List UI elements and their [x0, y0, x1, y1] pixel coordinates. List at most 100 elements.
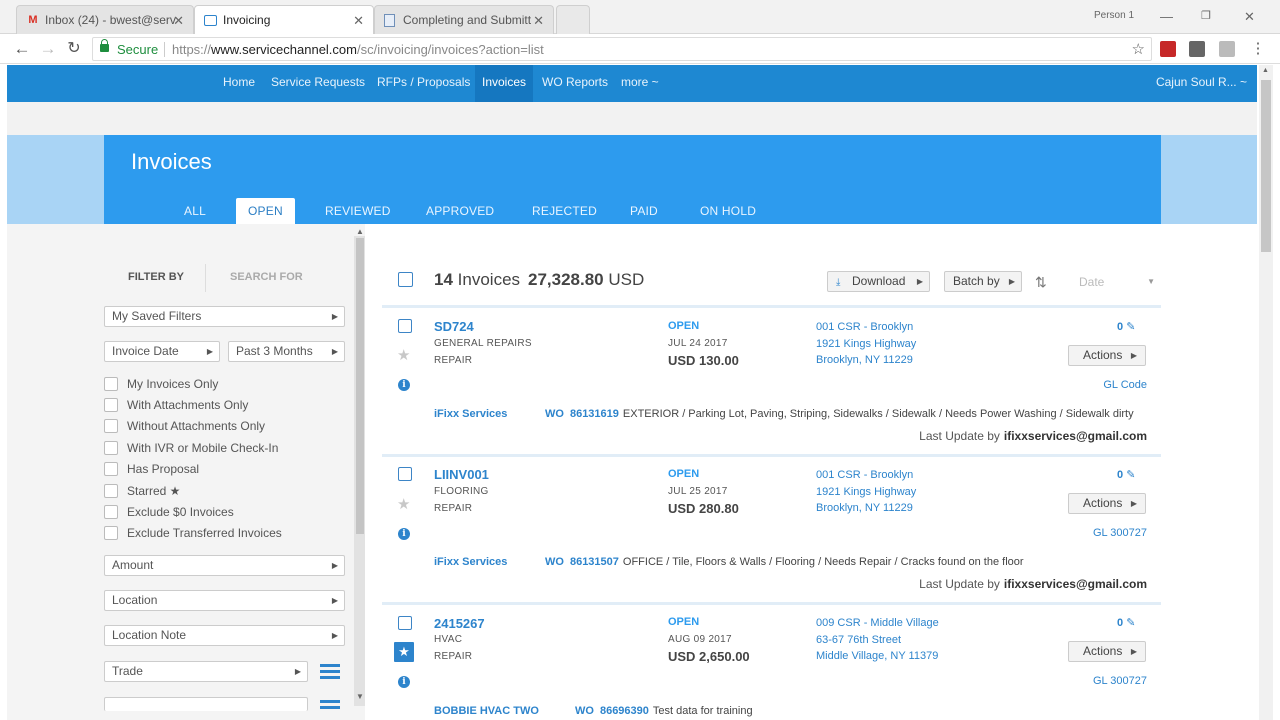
exclude-zero-checkbox[interactable] — [104, 505, 118, 519]
invoice-number-link[interactable]: 2415267 — [434, 616, 485, 631]
location-city[interactable]: Brooklyn, NY 11229 — [816, 502, 913, 514]
attachments-count[interactable]: 0 ✎ — [1117, 616, 1135, 629]
invoice-checkbox[interactable] — [398, 467, 412, 481]
minimize-icon[interactable]: — — [1160, 9, 1173, 24]
attachments-count[interactable]: 0 ✎ — [1117, 320, 1135, 333]
work-order-link[interactable]: 86131507 — [570, 556, 619, 568]
star-icon[interactable]: ★ — [394, 642, 414, 662]
next-filter-dropdown[interactable] — [104, 697, 308, 711]
extension-icon[interactable] — [1219, 41, 1235, 57]
location-address[interactable]: 63-67 76th Street — [816, 634, 901, 646]
provider-link[interactable]: BOBBIE HVAC TWO — [434, 705, 539, 717]
nav-item-service-requests[interactable]: Service Requests — [271, 75, 365, 89]
provider-link[interactable]: iFixx Services — [434, 408, 507, 420]
filter-scroll-thumb[interactable] — [356, 238, 364, 534]
ivr-mobile-checkbox[interactable] — [104, 441, 118, 455]
list-icon[interactable] — [320, 664, 340, 680]
scroll-up-icon[interactable]: ▲ — [356, 227, 364, 236]
actions-button[interactable]: Actions ▶ — [1068, 345, 1146, 366]
amount-dropdown[interactable]: Amount ▶ — [104, 555, 345, 576]
close-tab-icon[interactable]: ✕ — [533, 6, 544, 34]
without-attachments-checkbox[interactable] — [104, 419, 118, 433]
location-link[interactable]: 001 CSR - Brooklyn — [816, 469, 913, 481]
location-city[interactable]: Middle Village, NY 11379 — [816, 650, 938, 662]
close-tab-icon[interactable]: ✕ — [353, 6, 364, 34]
batch-by-button[interactable]: Batch by ▶ — [944, 271, 1022, 292]
scroll-down-icon[interactable]: ▼ — [356, 692, 364, 701]
invoice-checkbox[interactable] — [398, 319, 412, 333]
tab-approved[interactable]: APPROVED — [426, 204, 494, 218]
saved-filters-dropdown[interactable]: My Saved Filters ▶ — [104, 306, 345, 327]
invoice-number-link[interactable]: SD724 — [434, 319, 474, 334]
invoice-number-link[interactable]: LIINV001 — [434, 467, 489, 482]
user-menu[interactable]: Cajun Soul R... ~ — [1156, 75, 1247, 89]
browser-tab-document[interactable]: Completing and Submitt ✕ — [374, 5, 554, 34]
nav-item-home[interactable]: Home — [223, 75, 255, 89]
attachments-count[interactable]: 0 ✎ — [1117, 468, 1135, 481]
date-range-dropdown[interactable]: Past 3 Months ▶ — [228, 341, 345, 362]
back-icon[interactable]: ← — [12, 39, 32, 59]
gl-code-link[interactable]: GL Code — [1103, 379, 1147, 391]
browser-tab-invoicing[interactable]: Invoicing ✕ — [194, 5, 374, 34]
exclude-transferred-checkbox[interactable] — [104, 526, 118, 540]
actions-button[interactable]: Actions ▶ — [1068, 641, 1146, 662]
provider-link[interactable]: iFixx Services — [434, 556, 507, 568]
gl-code-link[interactable]: GL 300727 — [1093, 527, 1147, 539]
search-for-tab[interactable]: SEARCH FOR — [230, 271, 303, 283]
work-order-link[interactable]: 86696390 — [600, 705, 649, 717]
close-tab-icon[interactable]: ✕ — [173, 6, 184, 34]
nav-item-invoices[interactable]: Invoices — [475, 65, 534, 102]
info-icon[interactable]: i — [398, 528, 410, 540]
star-icon[interactable]: ★ — [397, 348, 410, 363]
tab-paid[interactable]: PAID — [630, 204, 658, 218]
location-address[interactable]: 1921 Kings Highway — [816, 338, 916, 350]
extension-icon[interactable] — [1160, 41, 1176, 57]
starred-checkbox[interactable] — [104, 484, 118, 498]
actions-button[interactable]: Actions ▶ — [1068, 493, 1146, 514]
my-invoices-checkbox[interactable] — [104, 377, 118, 391]
browser-tab-gmail[interactable]: M Inbox (24) - bwest@serv ✕ — [16, 5, 194, 34]
extension-icon[interactable] — [1189, 41, 1205, 57]
tab-open[interactable]: OPEN — [236, 198, 295, 224]
tab-all[interactable]: ALL — [184, 204, 206, 218]
url-input[interactable]: Secure https://www.servicechannel.com/sc… — [92, 37, 1152, 61]
has-proposal-checkbox[interactable] — [104, 462, 118, 476]
location-link[interactable]: 001 CSR - Brooklyn — [816, 321, 913, 333]
tab-on-hold[interactable]: ON HOLD — [700, 204, 756, 218]
page-scroll-thumb[interactable] — [1261, 80, 1271, 252]
gl-code-link[interactable]: GL 300727 — [1093, 675, 1147, 687]
tab-reviewed[interactable]: REVIEWED — [325, 204, 391, 218]
tab-rejected[interactable]: REJECTED — [532, 204, 597, 218]
browser-menu-icon[interactable]: ⋮ — [1248, 39, 1268, 59]
trade-dropdown[interactable]: Trade ▶ — [104, 661, 308, 682]
location-link[interactable]: 009 CSR - Middle Village — [816, 617, 939, 629]
invoice-checkbox[interactable] — [398, 616, 412, 630]
bookmark-star-icon[interactable]: ☆ — [1132, 40, 1145, 58]
nav-item-more[interactable]: more ~ — [621, 75, 659, 89]
info-icon[interactable]: i — [398, 676, 410, 688]
info-icon[interactable]: i — [398, 379, 410, 391]
location-city[interactable]: Brooklyn, NY 11229 — [816, 354, 913, 366]
with-attachments-checkbox[interactable] — [104, 398, 118, 412]
location-address[interactable]: 1921 Kings Highway — [816, 486, 916, 498]
forward-icon[interactable]: → — [38, 39, 58, 59]
work-order-link[interactable]: 86131619 — [570, 408, 619, 420]
close-window-icon[interactable]: ✕ — [1244, 9, 1255, 25]
restore-icon[interactable]: ❐ — [1201, 9, 1211, 22]
location-note-dropdown[interactable]: Location Note ▶ — [104, 625, 345, 646]
new-tab-button[interactable] — [556, 5, 590, 34]
scroll-up-icon[interactable]: ▲ — [1262, 67, 1269, 74]
sort-select[interactable]: Date ▼ — [1069, 271, 1161, 293]
nav-item-wo-reports[interactable]: WO Reports — [542, 75, 608, 89]
location-dropdown[interactable]: Location ▶ — [104, 590, 345, 611]
star-icon[interactable]: ★ — [397, 497, 410, 512]
date-field-dropdown[interactable]: Invoice Date ▶ — [104, 341, 220, 362]
sort-icon[interactable]: ⇅ — [1035, 274, 1047, 291]
download-button[interactable]: ⤓ Download ▶ — [827, 271, 930, 292]
filter-by-tab[interactable]: FILTER BY — [128, 271, 184, 283]
select-all-checkbox[interactable] — [398, 272, 413, 287]
reload-icon[interactable]: ↻ — [64, 39, 84, 59]
list-icon[interactable] — [320, 700, 340, 710]
nav-item-rfps-proposals[interactable]: RFPs / Proposals — [377, 75, 470, 89]
profile-name[interactable]: Person 1 — [1094, 10, 1134, 21]
